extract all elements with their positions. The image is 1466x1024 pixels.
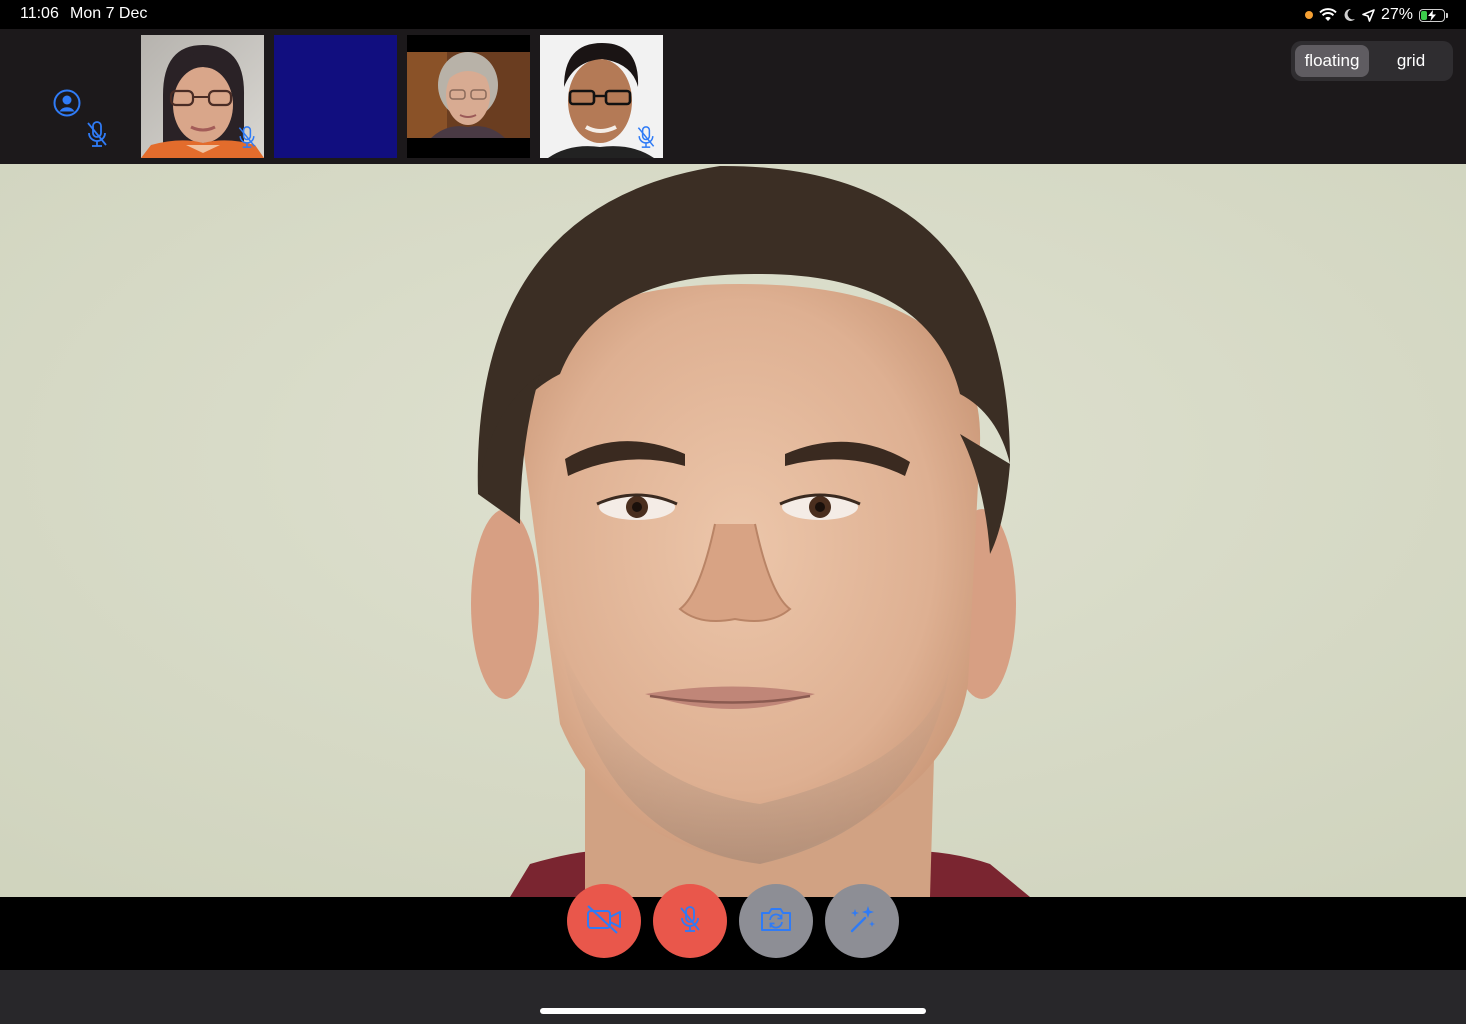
view-mode-toggle: floating grid bbox=[1291, 41, 1453, 81]
video-call-screen: 11:06 Mon 7 Dec 27% floating grid bbox=[0, 0, 1466, 1024]
battery-charging-icon bbox=[1419, 8, 1448, 22]
video-slash-icon bbox=[585, 904, 623, 939]
mic-slash-icon bbox=[677, 904, 703, 939]
home-indicator-area bbox=[0, 970, 1466, 1024]
location-arrow-icon bbox=[1362, 8, 1375, 22]
status-bar: 11:06 Mon 7 Dec 27% bbox=[0, 0, 1466, 29]
orange-dot-icon bbox=[1304, 11, 1313, 19]
person-circle-icon bbox=[52, 88, 82, 123]
camera-rotate-icon bbox=[759, 905, 793, 938]
participant-tile[interactable] bbox=[540, 35, 663, 158]
call-controls bbox=[0, 884, 1466, 970]
mic-toggle-button[interactable] bbox=[653, 884, 727, 958]
active-speaker-video bbox=[0, 164, 1466, 897]
grid-view-option[interactable]: grid bbox=[1373, 45, 1449, 77]
participants-strip: floating grid bbox=[0, 29, 1466, 164]
status-indicators: 27% bbox=[1304, 5, 1448, 25]
participant-tile[interactable] bbox=[407, 35, 530, 158]
floating-view-option[interactable]: floating bbox=[1295, 45, 1369, 77]
mic-slash-icon bbox=[236, 123, 258, 156]
effects-button[interactable] bbox=[825, 884, 899, 958]
wifi-icon bbox=[1319, 8, 1337, 22]
participant-tile-video-off[interactable] bbox=[274, 35, 397, 158]
flip-camera-button[interactable] bbox=[739, 884, 813, 958]
participant-tile[interactable] bbox=[141, 35, 264, 158]
mic-slash-icon bbox=[635, 123, 657, 156]
video-toggle-button[interactable] bbox=[567, 884, 641, 958]
battery-percent: 27% bbox=[1380, 6, 1413, 23]
participant-video bbox=[407, 35, 530, 158]
moon-icon bbox=[1343, 8, 1356, 22]
self-tile[interactable] bbox=[40, 35, 130, 158]
status-time: 11:06 bbox=[20, 5, 59, 22]
main-video-feed[interactable] bbox=[0, 164, 1466, 897]
mic-slash-icon bbox=[84, 119, 110, 154]
sparkles-wand-icon bbox=[846, 903, 878, 940]
home-indicator[interactable] bbox=[540, 1008, 926, 1014]
status-date: Mon 7 Dec bbox=[70, 5, 148, 22]
